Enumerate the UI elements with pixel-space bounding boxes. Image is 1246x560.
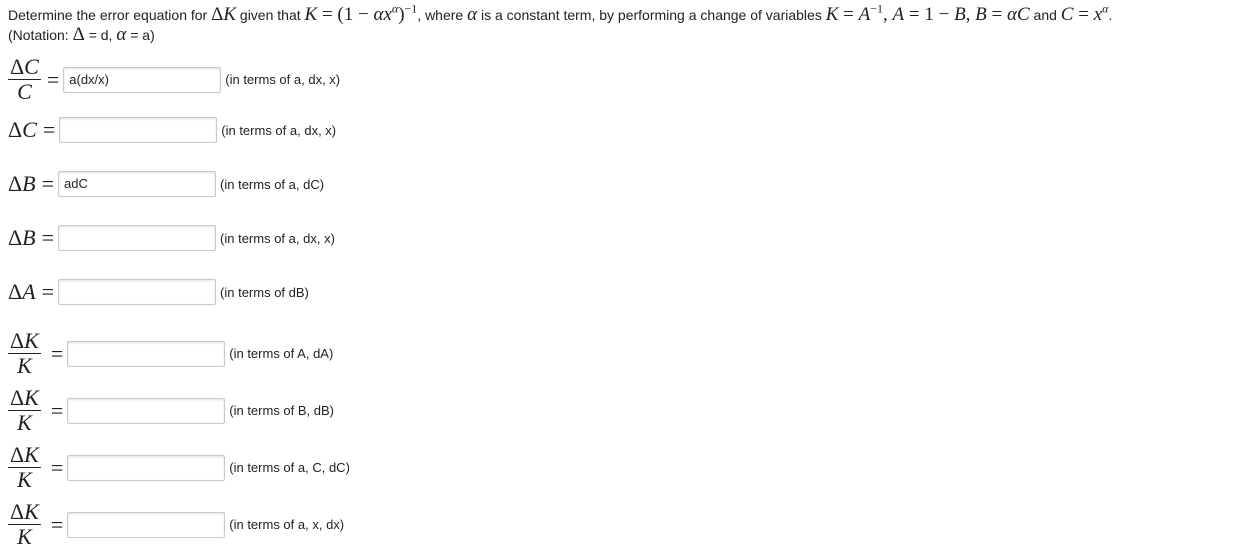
hint-text: (in terms of a, C, dC) bbox=[229, 460, 350, 475]
math-c-definition: C = xα bbox=[1060, 1, 1109, 25]
lhs-dk-over-k: ΔK K bbox=[8, 328, 41, 378]
question-part: , where bbox=[417, 7, 468, 23]
equals-sign: = bbox=[41, 225, 55, 250]
equals-sign: = bbox=[50, 340, 64, 366]
math-dk: ΔK bbox=[211, 4, 237, 25]
answer-input-4[interactable] bbox=[58, 225, 217, 251]
question-part: . bbox=[1108, 7, 1113, 23]
equals-sign: = bbox=[41, 279, 55, 304]
notation-line: (Notation: Δ = d, α = a) bbox=[8, 25, 1240, 45]
equals-sign: = bbox=[50, 511, 64, 537]
answer-input-6[interactable] bbox=[67, 340, 226, 367]
lhs-dc: ΔC bbox=[8, 117, 37, 142]
equation-row-db-1: ΔB = (in terms of a, dC) bbox=[8, 171, 324, 197]
lhs-dk-over-k: ΔK K bbox=[8, 499, 41, 549]
hint-text: (in terms of A, dA) bbox=[229, 346, 334, 361]
equals-sign: = bbox=[41, 171, 55, 196]
equation-row-da: ΔA = (in terms of dB) bbox=[8, 279, 309, 305]
question-line-1: Determine the error equation for ΔK give… bbox=[8, 1, 1240, 25]
question-part: is a constant term, by performing a chan… bbox=[477, 7, 826, 23]
hint-text: (in terms of a, dx, x) bbox=[220, 230, 335, 246]
question-part: given that bbox=[236, 7, 305, 23]
hint-text: (in terms of B, dB) bbox=[229, 403, 335, 418]
hint-text: (in terms of dB) bbox=[220, 284, 309, 300]
question-part: Determine the error equation for bbox=[8, 7, 212, 23]
equation-row-dk-over-k-4: ΔK K = (in terms of a, x, dx) bbox=[8, 501, 344, 548]
equals-sign: = bbox=[50, 454, 64, 480]
math-substitutions: K = A−1, A = 1 − B, B = αC bbox=[825, 1, 1030, 25]
equation-row-db-2: ΔB = (in terms of a, dx, x) bbox=[8, 225, 335, 251]
math-alpha: α bbox=[467, 4, 478, 25]
lhs-db: ΔB bbox=[8, 171, 36, 196]
lhs-dc-over-c: ΔC C bbox=[8, 54, 41, 104]
math-k-definition: K = (1 − αxα)−1 bbox=[304, 1, 418, 25]
equals-sign: = bbox=[50, 397, 64, 423]
lhs-da: ΔA bbox=[8, 279, 36, 304]
equation-row-dc-over-c: ΔCC = (in terms of a, dx, x) bbox=[8, 56, 340, 103]
answer-input-2[interactable] bbox=[59, 117, 218, 143]
hint-text: (in terms of a, dx, x) bbox=[225, 72, 341, 87]
equation-row-dk-over-k-2: ΔK K = (in terms of B, dB) bbox=[8, 387, 334, 434]
lhs-dk-over-k: ΔK K bbox=[8, 385, 41, 435]
lhs-db: ΔB bbox=[8, 225, 36, 250]
equals-sign: = bbox=[46, 66, 60, 92]
notation-mid: = d, bbox=[84, 27, 117, 43]
equation-row-dk-over-k-3: ΔK K = (in terms of a, C, dC) bbox=[8, 444, 350, 491]
question-part: and bbox=[1029, 7, 1061, 23]
answer-input-5[interactable] bbox=[58, 279, 217, 305]
hint-text: (in terms of a, dC) bbox=[220, 176, 325, 192]
notation-suffix: = a) bbox=[126, 27, 155, 43]
equals-sign: = bbox=[42, 117, 56, 142]
answer-input-1[interactable] bbox=[63, 66, 222, 93]
equation-row-dc: ΔC = (in terms of a, dx, x) bbox=[8, 117, 336, 143]
question-text: Determine the error equation for ΔK give… bbox=[8, 1, 1240, 45]
answer-input-9[interactable] bbox=[67, 511, 226, 538]
answer-input-7[interactable] bbox=[67, 397, 226, 424]
notation-prefix: (Notation: bbox=[8, 27, 73, 43]
lhs-dk-over-k: ΔK K bbox=[8, 442, 41, 492]
hint-text: (in terms of a, dx, x) bbox=[221, 122, 337, 138]
answer-input-8[interactable] bbox=[67, 454, 226, 481]
hint-text: (in terms of a, x, dx) bbox=[229, 517, 345, 532]
answer-input-3[interactable] bbox=[58, 171, 217, 197]
math-alpha: α bbox=[116, 24, 127, 45]
math-delta: Δ bbox=[72, 24, 85, 45]
equation-row-dk-over-k-1: ΔK K = (in terms of A, dA) bbox=[8, 330, 333, 377]
